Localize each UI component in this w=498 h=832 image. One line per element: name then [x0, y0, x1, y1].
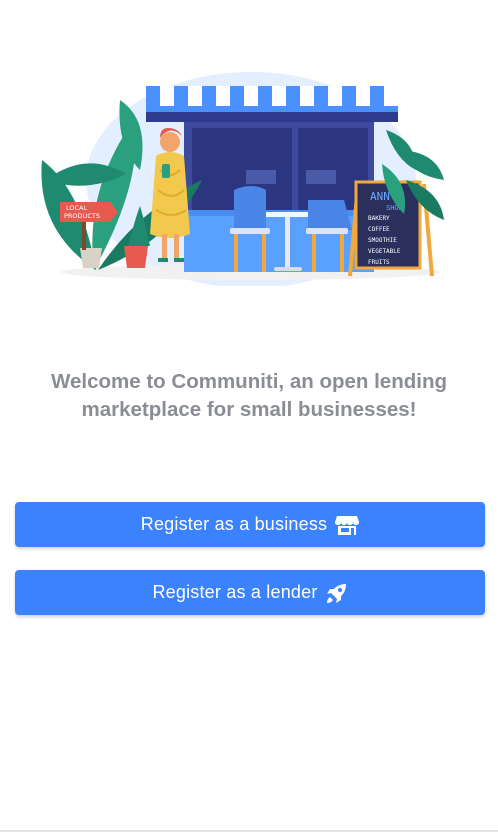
register-business-label: Register as a business	[140, 514, 328, 534]
svg-text:COFFEE: COFFEE	[368, 226, 390, 233]
register-business-button[interactable]: Register as a business	[15, 502, 485, 547]
store-icon	[335, 514, 360, 536]
svg-text:VEGETABLE: VEGETABLE	[368, 248, 401, 255]
hero-illustration: ANN'S SHOP BAKERY COFFEE SMOOTHIE VEGETA…	[36, 60, 456, 286]
welcome-line-1: Welcome to Communiti, an open lending	[51, 370, 447, 393]
svg-text:FRUITS: FRUITS	[368, 259, 390, 266]
welcome-line-2: marketplace for small businesses!	[81, 398, 417, 421]
svg-text:LOCAL: LOCAL	[66, 204, 87, 212]
welcome-page: ANN'S SHOP BAKERY COFFEE SMOOTHIE VEGETA…	[0, 0, 498, 832]
register-lender-label: Register as a lender	[152, 582, 318, 602]
rocket-icon	[326, 582, 348, 604]
welcome-message: Welcome to Communiti, an open lending ma…	[0, 368, 498, 424]
svg-text:BAKERY: BAKERY	[368, 215, 390, 222]
svg-text:SMOOTHIE: SMOOTHIE	[368, 237, 397, 244]
svg-text:PRODUCTS: PRODUCTS	[64, 212, 100, 220]
register-lender-button[interactable]: Register as a lender	[15, 570, 485, 615]
